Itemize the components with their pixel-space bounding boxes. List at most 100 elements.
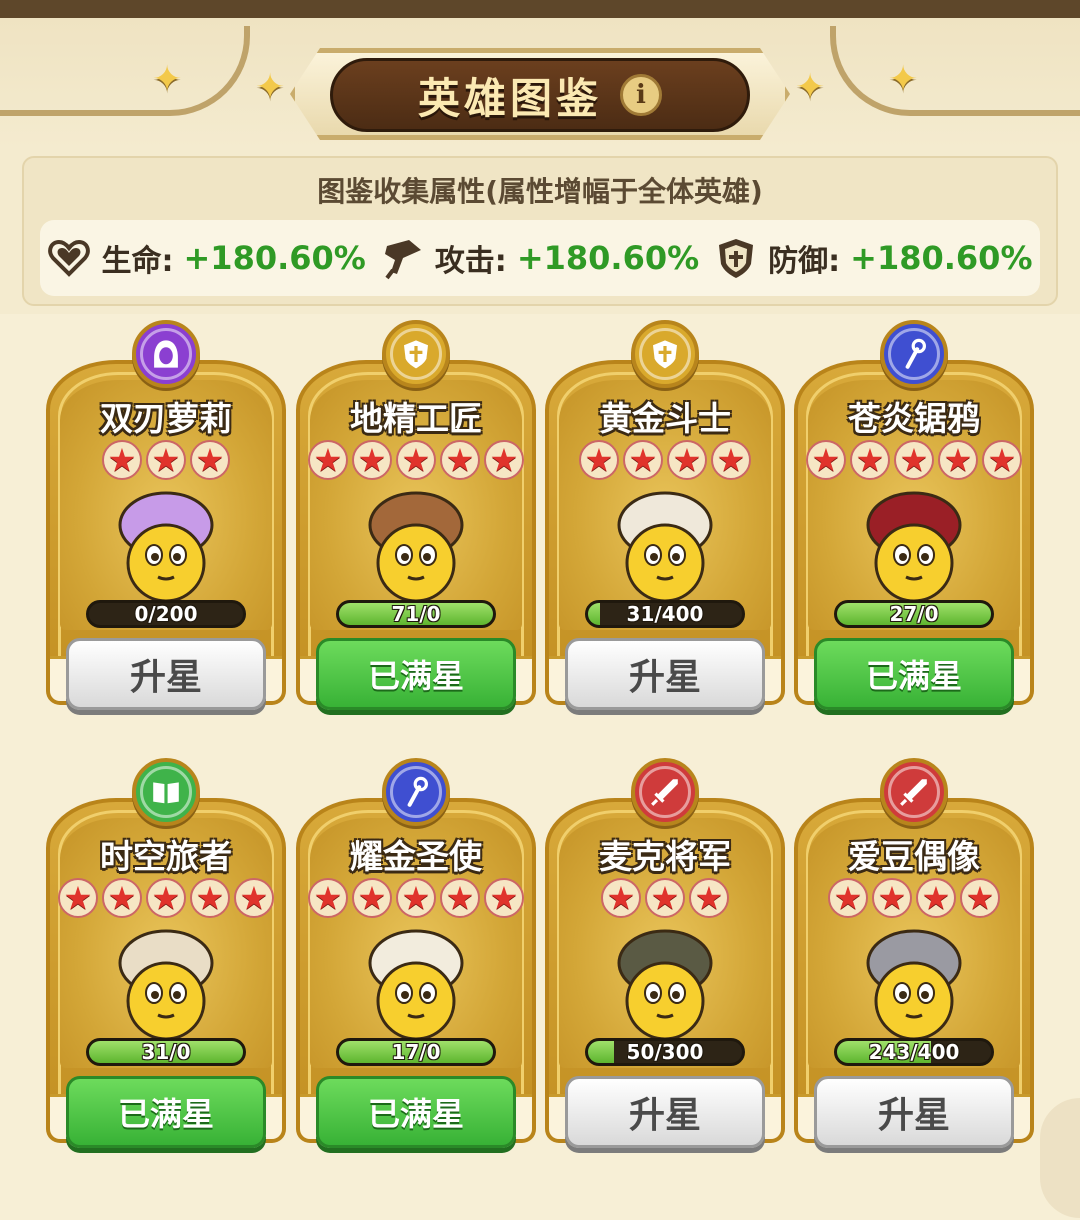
hero-shard-progress: 17/0 [336,1038,496,1066]
star-icon: ★ [308,440,348,480]
collection-attributes-title: 图鉴收集属性(属性增幅于全体英雄) [317,175,763,208]
stat-hp: 生命: +180.60% [47,236,366,280]
upgrade-star-button[interactable]: 升星 [565,638,765,710]
hero-figure [866,929,962,1041]
hero-shard-progress: 31/0 [86,1038,246,1066]
hero-figure [118,929,214,1041]
hero-figure [368,491,464,603]
star-icon: ★ [234,878,274,918]
star-icon: ★ [960,878,1000,918]
star-icon: ★ [58,878,98,918]
hero-stars: ★ ★ ★ ★ ★ [794,440,1034,480]
upgrade-star-button[interactable]: 升星 [565,1076,765,1148]
hero-stars: ★ ★ ★ ★ [794,878,1034,918]
hero-card[interactable]: 时空旅者 ★ ★ ★ ★ ★ 31/0 已满星 [46,758,286,1148]
star-icon: ★ [806,440,846,480]
hero-card[interactable]: 爱豆偶像 ★ ★ ★ ★ 243/400 升星 [794,758,1034,1148]
staff-icon [382,758,450,826]
progress-text: 31/400 [626,602,704,626]
collection-stats-row: 生命: +180.60% 攻击: +180.60% 防御: +180.60% [40,220,1040,296]
star-icon: ★ [190,440,230,480]
hero-figure [617,491,713,603]
sword-class-icon [631,758,699,826]
star-icon: ★ [711,440,751,480]
hero-card[interactable]: 地精工匠 ★ ★ ★ ★ ★ 71/0 已满星 [296,320,536,710]
sword-icon [384,240,421,280]
star-icon: ★ [982,440,1022,480]
max-star-button[interactable]: 已满星 [316,1076,516,1148]
star-icon: ★ [102,878,142,918]
progress-text: 0/200 [134,602,198,626]
collection-attributes-panel: 图鉴收集属性(属性增幅于全体英雄) 生命: +180.60% 攻击: +180.… [22,156,1058,306]
hero-name: 麦克将军 [599,837,731,876]
hero-name: 黄金斗士 [599,399,731,438]
hero-name: 耀金圣使 [350,837,482,876]
star-icon: ★ [579,440,619,480]
star-icon: ★ [308,878,348,918]
progress-text: 31/0 [141,1040,191,1064]
hero-shard-progress: 243/400 [834,1038,994,1066]
info-icon[interactable]: i [620,74,662,116]
hero-stars: ★ ★ ★ [545,878,785,918]
star-icon: ★ [396,440,436,480]
max-star-button[interactable]: 已满星 [66,1076,266,1148]
progress-text: 71/0 [391,602,441,626]
side-scroll-handle[interactable] [1040,1098,1080,1218]
star-icon: ★ [352,878,392,918]
sparkle-icon: ✦ [795,67,826,108]
stat-defense: 防御: +180.60% [714,236,1033,280]
star-icon: ★ [440,440,480,480]
hero-stars: ★ ★ ★ [46,440,286,480]
stat-value: +180.60% [183,239,366,277]
hero-card[interactable]: 双刃萝莉 ★ ★ ★ 0/200 升星 [46,320,286,710]
hero-name: 苍炎锯鸦 [848,399,980,438]
star-icon: ★ [190,878,230,918]
hero-card[interactable]: 黄金斗士 ★ ★ ★ ★ 31/400 升星 [545,320,785,710]
ornament-right [830,26,1080,116]
star-icon: ★ [146,440,186,480]
sparkle-icon: ✦ [152,59,183,100]
star-icon: ★ [601,878,641,918]
hero-card[interactable]: 耀金圣使 ★ ★ ★ ★ ★ 17/0 已满星 [296,758,536,1148]
upgrade-star-button[interactable]: 升星 [814,1076,1014,1148]
star-icon: ★ [440,878,480,918]
max-star-button[interactable]: 已满星 [316,638,516,710]
stat-label: 攻击: [434,244,507,279]
ornament-left [0,26,250,116]
star-icon: ★ [916,878,956,918]
hero-name: 时空旅者 [100,837,232,876]
sparkle-icon: ✦ [888,59,919,100]
star-icon: ★ [850,440,890,480]
star-icon: ★ [645,878,685,918]
upgrade-star-button[interactable]: 升星 [66,638,266,710]
progress-text: 243/400 [868,1040,960,1064]
progress-text: 17/0 [391,1040,441,1064]
hero-shard-progress: 27/0 [834,600,994,628]
hero-card[interactable]: 苍炎锯鸦 ★ ★ ★ ★ ★ 27/0 已满星 [794,320,1034,710]
progress-text: 50/300 [626,1040,704,1064]
star-icon: ★ [102,440,142,480]
hero-name: 爱豆偶像 [848,837,980,876]
star-icon: ★ [484,440,524,480]
page-title: 英雄图鉴 [417,73,602,123]
star-icon: ★ [146,878,186,918]
hero-name: 地精工匠 [350,399,482,438]
star-icon: ★ [667,440,707,480]
stat-value: +180.60% [516,239,700,277]
max-star-button[interactable]: 已满星 [814,638,1014,710]
hero-card[interactable]: 麦克将军 ★ ★ ★ 50/300 升星 [545,758,785,1148]
star-icon: ★ [689,878,729,918]
star-icon: ★ [828,878,868,918]
stat-label: 防御: [768,244,841,279]
hero-stars: ★ ★ ★ ★ ★ [296,440,536,480]
hero-figure [866,491,962,603]
shield-class-icon [631,320,699,388]
sword-class-icon [880,758,948,826]
hero-stars: ★ ★ ★ ★ ★ [296,878,536,918]
hero-collection-screen: ✦ ✦ ✦ ✦ 英雄图鉴 i 图鉴收集属性(属性增幅于全体英雄) 生命: +18… [0,0,1080,1220]
star-icon: ★ [872,878,912,918]
star-icon: ★ [352,440,392,480]
hero-figure [118,491,214,603]
hero-figure [368,929,464,1041]
star-icon: ★ [484,878,524,918]
